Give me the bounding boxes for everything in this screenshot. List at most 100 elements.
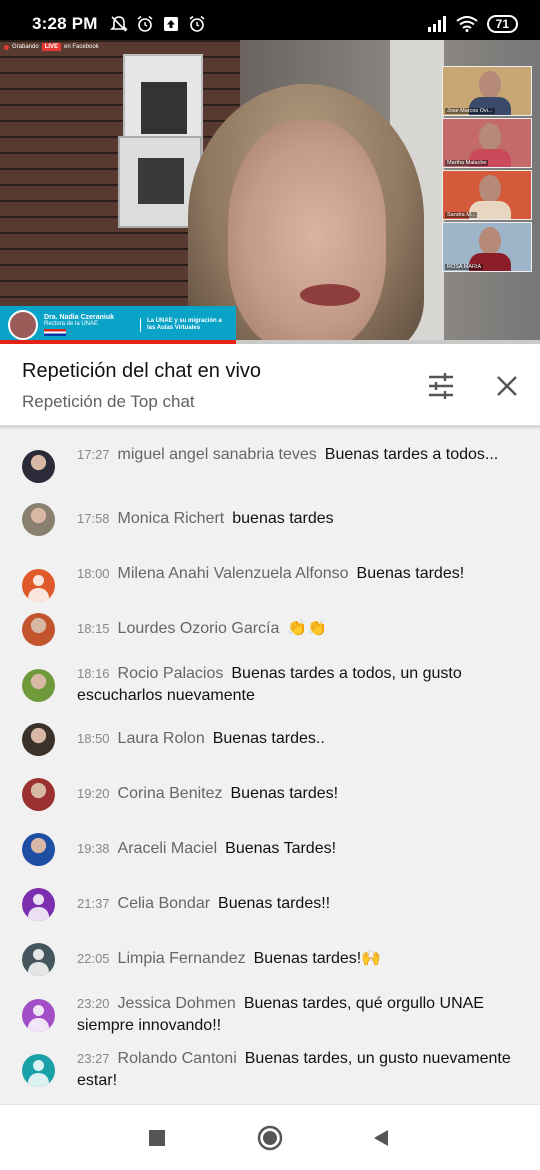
home-button[interactable] <box>255 1123 285 1153</box>
author-avatar[interactable] <box>22 669 55 702</box>
message-text: Buenas Tardes! <box>225 840 337 857</box>
author-avatar[interactable] <box>22 888 55 921</box>
paraguay-flag-icon <box>44 329 66 336</box>
back-button[interactable] <box>366 1123 396 1153</box>
chat-message[interactable]: 19:20 Corina Benitez Buenas tardes! <box>0 778 540 811</box>
participant-thumbnail: Sandra M... <box>442 170 532 220</box>
speaker-avatar <box>8 310 38 340</box>
message-timestamp: 19:20 <box>77 786 110 801</box>
alarm-icon <box>137 15 153 32</box>
message-timestamp: 18:16 <box>77 666 110 681</box>
speaker-face <box>228 120 386 344</box>
message-timestamp: 21:37 <box>77 896 110 911</box>
author-avatar[interactable] <box>22 778 55 811</box>
author-avatar[interactable] <box>22 833 55 866</box>
back-triangle-icon <box>374 1130 388 1146</box>
message-author[interactable]: miguel angel sanabria teves <box>118 446 317 463</box>
message-timestamp: 23:27 <box>77 1051 110 1066</box>
message-timestamp: 18:15 <box>77 621 110 636</box>
chat-filter-button[interactable] <box>421 366 461 406</box>
message-author[interactable]: Rocio Palacios <box>118 665 224 682</box>
message-text: Buenas tardes! <box>230 785 339 802</box>
chat-message[interactable]: 18:15 Lourdes Ozorio García 👏👏 <box>0 613 540 646</box>
participant-face <box>479 227 501 255</box>
live-badge-prefix: Grabando <box>12 44 39 50</box>
home-circle-icon <box>257 1125 283 1151</box>
system-navigation-bar <box>0 1104 540 1170</box>
message-text: Buenas tardes! <box>356 565 465 582</box>
live-badge-suffix: en Facebook <box>64 44 99 50</box>
message-author[interactable]: Milena Anahi Valenzuela Alfonso <box>118 565 349 582</box>
message-text: Buenas tardes!! <box>218 895 331 912</box>
battery-level: 71 <box>495 17 509 31</box>
wifi-icon <box>456 16 478 32</box>
upload-icon <box>163 17 178 31</box>
message-timestamp: 19:38 <box>77 841 110 856</box>
participant-name: Jose Marcos Ovi... <box>445 108 495 114</box>
chat-message[interactable]: 18:16 Rocio Palacios Buenas tardes a todos… <box>0 663 540 707</box>
alarm-icon <box>189 15 205 32</box>
video-player[interactable]: Grabando LIVE en Facebook Jose Marcos Ov… <box>0 40 540 344</box>
message-author[interactable]: Jessica Dohmen <box>118 995 236 1012</box>
recents-button[interactable] <box>142 1123 172 1153</box>
speaker-name: Dra. Nadia Czeraniuk <box>44 314 115 321</box>
participant-thumbnail: ROSA MARIA <box>442 222 532 272</box>
chat-message[interactable]: 21:37 Celia Bondar Buenas tardes!! <box>0 888 540 921</box>
speaker-lower-third: Dra. Nadia Czeraniuk Rectora de la UNAE … <box>0 306 236 344</box>
chat-message[interactable]: 17:58 Monica Richert buenas tardes <box>0 503 540 536</box>
author-avatar[interactable] <box>22 723 55 756</box>
chat-message[interactable]: 18:50 Laura Rolon Buenas tardes.. <box>0 723 540 756</box>
participant-thumbnails: Jose Marcos Ovi... Martha Malache Sandra M… <box>442 66 532 274</box>
message-text: Buenas tardes a todos... <box>324 446 499 463</box>
author-avatar[interactable] <box>22 613 55 646</box>
speaker-mouth <box>300 284 360 306</box>
chat-mode-selector[interactable]: Repetición de Top chat <box>22 392 195 412</box>
participant-face <box>479 123 501 151</box>
message-author[interactable]: Monica Richert <box>118 510 225 527</box>
chat-close-button[interactable] <box>487 366 527 406</box>
chat-message[interactable]: 23:27 Rolando Cantoni Buenas tardes, un gu… <box>0 1048 540 1092</box>
battery-icon: 71 <box>486 15 518 33</box>
message-author[interactable]: Lourdes Ozorio García <box>118 620 280 637</box>
message-author[interactable]: Rolando Cantoni <box>118 1050 237 1067</box>
status-notification-icons <box>109 15 206 33</box>
chat-message[interactable]: 19:38 Araceli Maciel Buenas Tardes! <box>0 833 540 866</box>
participant-thumbnail: Martha Malache <box>442 118 532 168</box>
do-not-disturb-icon <box>109 16 128 32</box>
participant-face <box>479 175 501 203</box>
message-author[interactable]: Araceli Maciel <box>118 840 218 857</box>
video-topic: La UNAE y su migración a las Aulas Virtu… <box>140 318 230 332</box>
message-author[interactable]: Corina Benitez <box>118 785 223 802</box>
message-author[interactable]: Celia Bondar <box>118 895 211 912</box>
status-time: 3:28 PM <box>32 14 98 33</box>
chat-message[interactable]: 23:20 Jessica Dohmen Buenas tardes, qué or… <box>0 993 540 1037</box>
author-avatar[interactable] <box>22 503 55 536</box>
message-author[interactable]: Laura Rolon <box>118 730 205 747</box>
author-avatar[interactable] <box>22 569 55 602</box>
participant-name: Martha Malache <box>445 160 489 166</box>
chat-title: Repetición del chat en vivo <box>22 360 262 382</box>
signal-icon <box>427 16 446 32</box>
message-timestamp: 22:05 <box>77 951 110 966</box>
participant-name: Sandra M... <box>445 212 478 218</box>
chat-message[interactable]: 22:05 Limpia Fernandez Buenas tardes!🙌 <box>0 943 540 976</box>
close-icon <box>497 376 517 396</box>
author-avatar[interactable] <box>22 1054 55 1087</box>
chat-message[interactable]: 18:00 Milena Anahi Valenzuela Alfonso Buen… <box>0 563 540 602</box>
message-timestamp: 23:20 <box>77 996 110 1011</box>
participant-thumbnail: Jose Marcos Ovi... <box>442 66 532 116</box>
author-avatar[interactable] <box>22 943 55 976</box>
message-text: 👏👏 <box>287 620 328 637</box>
message-text: buenas tardes <box>232 510 334 527</box>
chat-message[interactable]: 17:27 miguel angel sanabria teves Buenas t… <box>0 444 540 483</box>
participant-name: ROSA MARIA <box>445 264 484 270</box>
participant-face <box>479 71 501 99</box>
live-badge: Grabando LIVE en Facebook <box>4 43 99 51</box>
author-avatar[interactable] <box>22 999 55 1032</box>
author-avatar[interactable] <box>22 450 55 483</box>
message-timestamp: 17:27 <box>77 447 110 462</box>
live-label: LIVE <box>41 43 62 51</box>
record-dot-icon <box>4 44 9 50</box>
chat-message-list[interactable]: 17:27 miguel angel sanabria teves Buenas t… <box>0 430 540 1102</box>
message-author[interactable]: Limpia Fernandez <box>118 950 246 967</box>
